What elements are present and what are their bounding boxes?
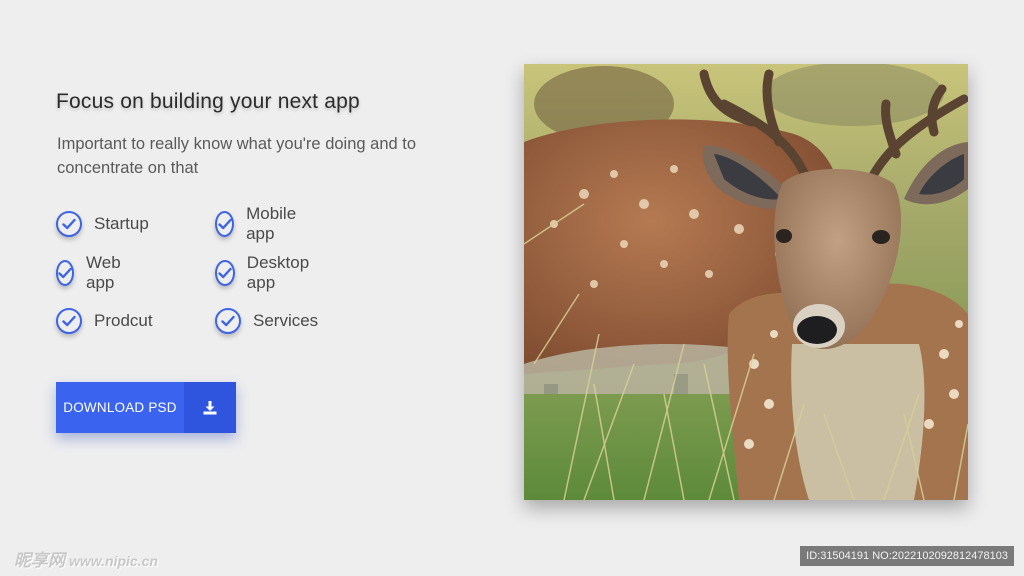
page-title: Focus on building your next app [56,90,360,113]
feature-item-product: Prodcut [56,305,153,337]
check-circle-icon [215,211,235,237]
download-button-label: DOWNLOAD PSD [63,400,177,415]
feature-label: Services [253,311,319,330]
feature-item-mobile-app: Mobile app [215,204,303,243]
check-circle-icon [56,260,74,286]
watermark-brand-text: 昵享网 [14,551,65,570]
check-circle-icon [215,260,235,286]
watermark-url: www.nipic.cn [69,553,158,569]
feature-label: Mobile app [246,204,297,243]
feature-item-desktop-app: Desktop app [215,253,315,292]
feature-label: Prodcut [94,311,153,330]
feature-label: Web app [86,253,121,292]
page-subtitle: Important to really know what you're doi… [57,135,417,177]
check-circle-icon [56,211,82,237]
feature-label: Startup [94,214,149,233]
watermark-id: ID:31504191 NO:20221020928124781​03 [800,546,1014,566]
deer-photo [524,64,968,500]
feature-label: Desktop app [246,253,310,292]
watermark-brand: 昵享网 www.nipic.cn [14,546,158,571]
download-icon[interactable] [184,382,236,433]
feature-item-startup: Startup [56,208,149,240]
feature-item-services: Services [215,305,318,337]
check-circle-icon [56,308,82,334]
download-psd-button[interactable]: DOWNLOAD PSD [56,382,236,433]
feature-item-web-app: Web app [56,253,129,292]
check-circle-icon [215,308,241,334]
